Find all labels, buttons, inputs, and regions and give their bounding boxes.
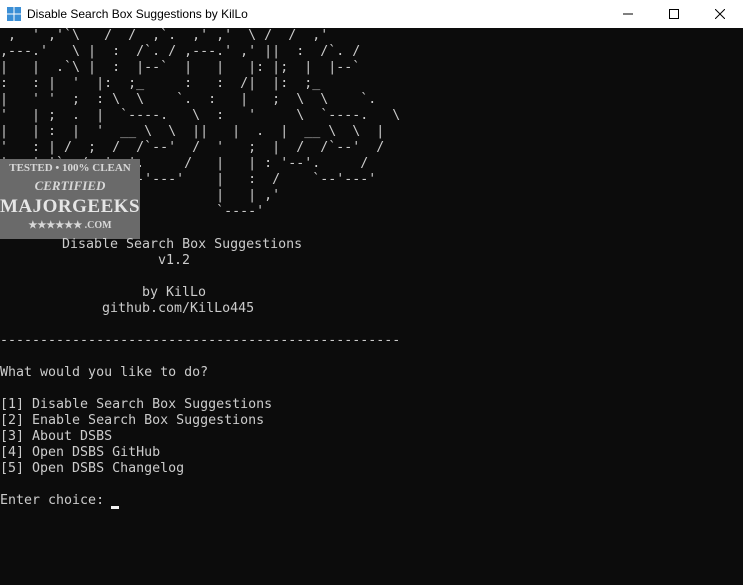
menu-option-4: [4] Open DSBS GitHub — [0, 445, 161, 460]
menu-option-5: [5] Open DSBS Changelog — [0, 461, 185, 476]
console-window: Disable Search Box Suggestions by KilLo … — [0, 0, 743, 585]
app-author: by KilLo — [142, 285, 207, 300]
enter-choice-prompt[interactable]: Enter choice: — [0, 493, 112, 509]
separator-line: ----------------------------------------… — [0, 333, 401, 348]
close-button[interactable] — [697, 0, 743, 28]
menu-option-1: [1] Disable Search Box Suggestions — [0, 397, 273, 412]
prompt-question: What would you like to do? — [0, 365, 209, 380]
badge-tested-text: TESTED • 100% CLEAN — [9, 162, 131, 174]
close-icon — [715, 9, 725, 19]
minimize-button[interactable] — [605, 0, 651, 28]
majorgeeks-watermark-badge: TESTED • 100% CLEAN CERTIFIED MAJORGEEKS… — [0, 159, 140, 239]
title-bar[interactable]: Disable Search Box Suggestions by KilLo — [0, 0, 743, 28]
maximize-button[interactable] — [651, 0, 697, 28]
terminal-app-icon — [7, 7, 21, 21]
menu-option-3: [3] About DSBS — [0, 429, 113, 444]
maximize-icon — [669, 9, 679, 19]
minimize-icon — [623, 13, 633, 15]
app-version: v1.2 — [158, 253, 191, 268]
console-area[interactable]: , ' ,'`\ / / ,`. ,' ,' \ / / ,' ,---.' \… — [0, 28, 743, 585]
app-name: Disable Search Box Suggestions — [62, 237, 303, 252]
menu-option-2: [2] Enable Search Box Suggestions — [0, 413, 265, 428]
app-github: github.com/KilLo445 — [102, 301, 255, 316]
badge-name-text: MAJORGEEKS — [0, 196, 141, 217]
text-cursor — [111, 506, 119, 509]
window-title: Disable Search Box Suggestions by KilLo — [27, 7, 248, 21]
badge-certified-text: CERTIFIED — [34, 178, 106, 193]
badge-bottom-text: ★★★★★★ .COM — [28, 220, 112, 231]
